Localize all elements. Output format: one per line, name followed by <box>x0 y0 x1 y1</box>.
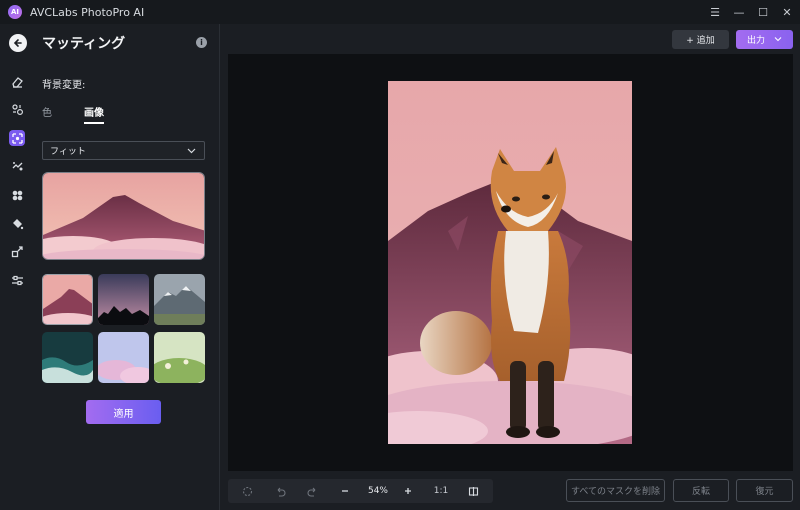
selected-background-preview <box>42 172 205 260</box>
mountain-sunset-thumb <box>43 275 92 324</box>
redo-button[interactable] <box>303 479 321 503</box>
maximize-icon[interactable]: ☐ <box>758 0 768 24</box>
compare-button[interactable] <box>464 479 482 503</box>
background-thumb-3[interactable] <box>154 274 205 325</box>
tab-image[interactable]: 画像 <box>84 104 104 124</box>
fill-icon <box>12 218 23 229</box>
background-thumb-4[interactable] <box>42 332 93 383</box>
invert-button[interactable]: 反転 <box>673 479 729 502</box>
undo-icon <box>277 487 285 497</box>
select-tool[interactable] <box>238 479 256 503</box>
rail-resize[interactable] <box>9 243 25 259</box>
matting-icon <box>11 132 23 144</box>
remove-all-masks-button[interactable]: すべてのマスクを削除 <box>566 479 665 502</box>
colorize-icon <box>12 190 22 200</box>
tab-color[interactable]: 色 <box>42 104 52 119</box>
background-change-label: 背景変更: <box>42 80 86 91</box>
resize-icon <box>11 245 23 257</box>
export-button[interactable]: 出力 <box>736 30 793 49</box>
fit-select-value: フィット <box>50 147 86 157</box>
background-thumb-1[interactable] <box>42 274 93 325</box>
rail-portrait[interactable] <box>9 101 25 117</box>
app-title: AVCLabs PhotoPro AI <box>30 5 145 19</box>
info-icon[interactable]: i <box>196 37 207 48</box>
mountain-sunset-image <box>43 173 204 259</box>
fox-on-mountain-image <box>388 81 632 444</box>
actual-size-button[interactable]: 1:1 <box>428 479 454 503</box>
portrait-icon <box>11 103 23 115</box>
compare-icon <box>468 486 478 496</box>
plus-icon <box>405 488 411 494</box>
menu-icon[interactable]: ☰ <box>710 0 720 24</box>
chevron-down-icon <box>774 37 782 42</box>
arrow-left-icon <box>13 39 22 47</box>
window-controls: ☰ — ☐ ✕ <box>710 0 792 24</box>
background-thumb-6[interactable] <box>154 332 205 383</box>
matting-panel: マッティング i 背景変更: 色 画像 フィット 適用 <box>34 24 220 510</box>
export-label: 出力 <box>747 36 766 46</box>
add-button[interactable]: + 追加 <box>672 30 729 49</box>
rail-adjust[interactable] <box>9 272 25 288</box>
top-toolbar: + 追加 出力 <box>220 24 800 54</box>
rail-matting[interactable] <box>9 130 25 146</box>
minimize-icon[interactable]: — <box>734 0 745 24</box>
zoom-in-button[interactable] <box>399 479 417 503</box>
chevron-down-icon <box>187 148 196 154</box>
lasso-icon <box>242 486 252 496</box>
snowy-mountain-thumb <box>154 274 205 325</box>
image-canvas[interactable] <box>228 54 793 471</box>
ocean-wave-thumb <box>42 332 93 383</box>
back-button[interactable] <box>9 34 27 52</box>
canvas-toolbar: 54% 1:1 <box>228 479 493 503</box>
adjust-icon <box>11 275 23 285</box>
tool-rail <box>0 24 34 510</box>
background-thumb-2[interactable] <box>98 274 149 325</box>
fit-select[interactable]: フィット <box>42 141 205 160</box>
close-icon[interactable]: ✕ <box>782 0 792 24</box>
rail-photo-enhance[interactable] <box>9 158 25 174</box>
background-thumb-5[interactable] <box>98 332 149 383</box>
photo-enhance-icon <box>12 161 22 170</box>
apply-button[interactable]: 適用 <box>86 400 161 424</box>
minus-icon <box>342 490 348 492</box>
app-logo-icon: AI <box>8 5 22 19</box>
zoom-out-button[interactable] <box>336 479 354 503</box>
redo-icon <box>307 487 315 497</box>
panel-title: マッティング <box>42 36 126 52</box>
composited-image <box>388 81 632 444</box>
rail-colorize[interactable] <box>9 187 25 203</box>
rail-eraser[interactable] <box>9 73 25 89</box>
green-meadow-thumb <box>154 332 205 383</box>
dusk-trees-thumb <box>98 274 149 325</box>
eraser-icon <box>11 76 23 88</box>
pastel-clouds-thumb <box>98 332 149 383</box>
title-bar: AI AVCLabs PhotoPro AI ☰ — ☐ ✕ <box>0 0 800 24</box>
undo-button[interactable] <box>271 479 289 503</box>
zoom-level: 54% <box>367 486 388 496</box>
rail-fill[interactable] <box>9 215 25 231</box>
restore-button[interactable]: 復元 <box>736 479 793 502</box>
